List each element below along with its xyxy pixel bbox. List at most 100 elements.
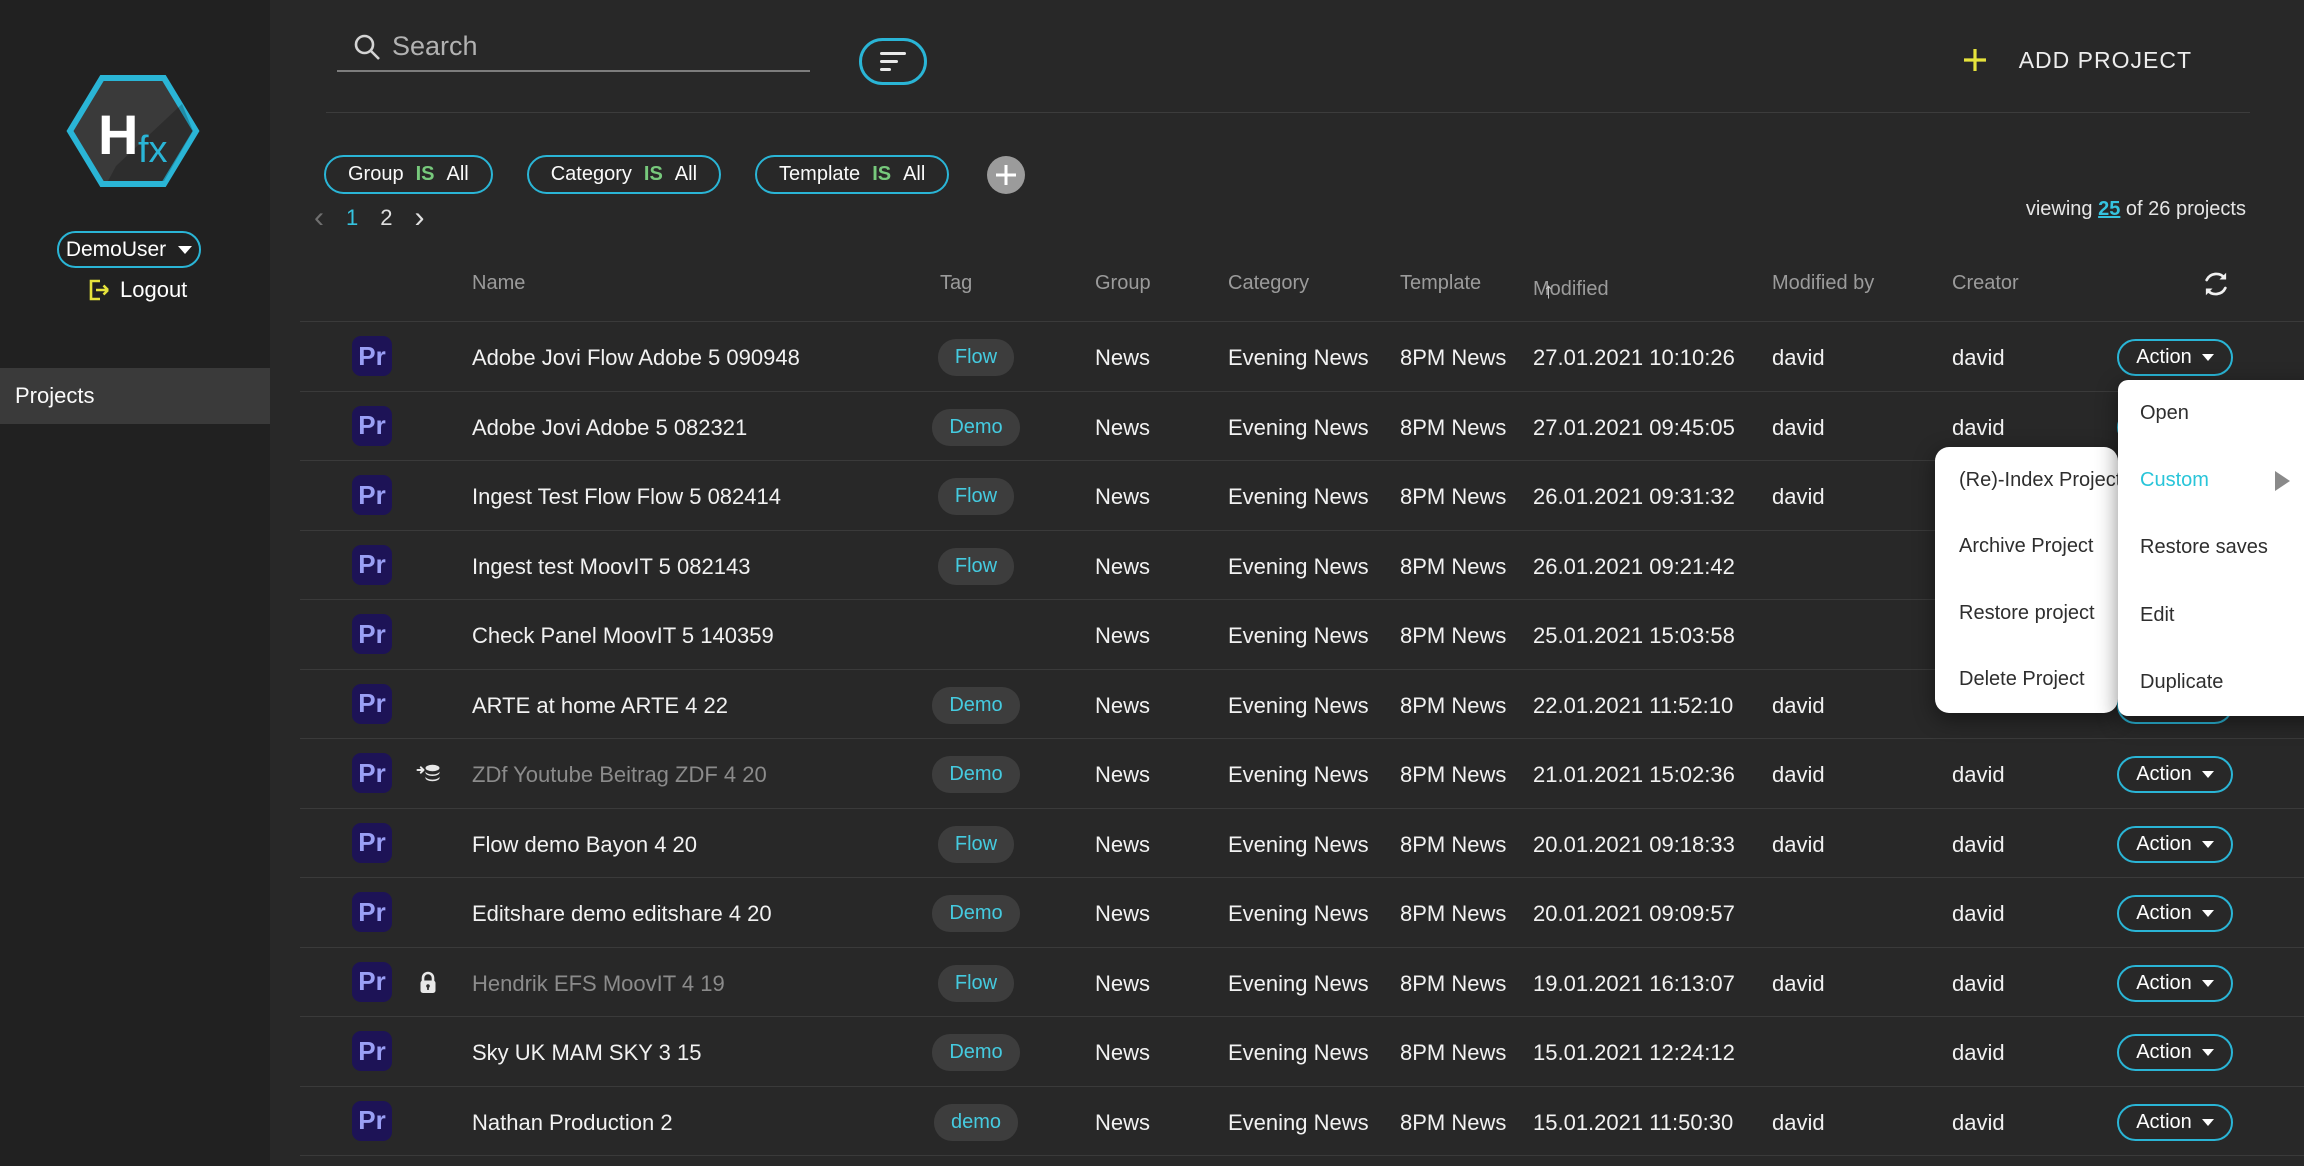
menu-item-delete-project[interactable]: Delete Project bbox=[1935, 647, 2118, 714]
header-template[interactable]: Template bbox=[1400, 272, 1481, 295]
table-row[interactable]: Pr Nathan Production 2 demo bbox=[300, 1087, 2304, 1157]
creator-cell: david bbox=[1952, 1040, 2005, 1066]
tag-badge: Demo bbox=[932, 1034, 1019, 1071]
creator-cell: david bbox=[1952, 345, 2005, 371]
modified-by-cell: david bbox=[1772, 971, 1825, 997]
header-group[interactable]: Group bbox=[1095, 272, 1151, 295]
action-button[interactable]: Action bbox=[2117, 895, 2233, 932]
header-creator[interactable]: Creator bbox=[1952, 272, 2019, 295]
filter-chip-group[interactable]: Group IS All bbox=[324, 155, 493, 194]
page-next-icon[interactable]: › bbox=[415, 207, 425, 229]
modified-cell: 20.01.2021 09:18:33 bbox=[1533, 832, 1735, 858]
filter-chip-category[interactable]: Category IS All bbox=[527, 155, 721, 194]
premiere-icon: Pr bbox=[352, 892, 392, 932]
page-number-1[interactable]: 1 bbox=[346, 205, 358, 231]
header-category[interactable]: Category bbox=[1228, 272, 1309, 295]
sidebar: H fx DemoUser Logout Projects bbox=[0, 0, 270, 1166]
premiere-icon: Pr bbox=[352, 475, 392, 515]
action-button[interactable]: Action bbox=[2117, 756, 2233, 793]
chevron-down-icon bbox=[2202, 771, 2214, 778]
tag-badge: demo bbox=[934, 1104, 1018, 1141]
table-row[interactable]: Pr ZDf Youtube Beitrag ZDF 4 20 bbox=[300, 739, 2304, 809]
filter-sort-button[interactable] bbox=[859, 38, 927, 85]
tag-badge: Demo bbox=[932, 756, 1019, 793]
premiere-icon: Pr bbox=[352, 753, 392, 793]
action-button[interactable]: Action bbox=[2117, 339, 2233, 376]
menu-item-reindex-project[interactable]: (Re)-Index Project bbox=[1935, 447, 2118, 514]
modified-cell: 19.01.2021 16:13:07 bbox=[1533, 971, 1735, 997]
logout-button[interactable]: Logout bbox=[88, 276, 187, 304]
header-name[interactable]: Name bbox=[472, 272, 525, 295]
menu-item-restore-project[interactable]: Restore project bbox=[1935, 580, 2118, 647]
chevron-down-icon bbox=[2202, 910, 2214, 917]
sidebar-item-projects[interactable]: Projects bbox=[0, 368, 270, 424]
modified-by-cell: david bbox=[1772, 415, 1825, 441]
category-cell: Evening News bbox=[1228, 554, 1369, 580]
table-row[interactable]: Pr Hendrik EFS MoovIT 4 19 F bbox=[300, 948, 2304, 1018]
filter-chip-template[interactable]: Template IS All bbox=[755, 155, 949, 194]
table-row[interactable]: Pr Editshare demo editshare 4 20 bbox=[300, 878, 2304, 948]
page-number-2[interactable]: 2 bbox=[380, 205, 392, 231]
modified-cell: 20.01.2021 09:09:57 bbox=[1533, 901, 1735, 927]
page-prev-icon[interactable]: ‹ bbox=[314, 207, 324, 229]
project-name: ZDf Youtube Beitrag ZDF 4 20 bbox=[472, 762, 767, 788]
viewing-count-link[interactable]: 25 bbox=[2098, 198, 2120, 220]
template-cell: 8PM News bbox=[1400, 901, 1506, 927]
group-cell: News bbox=[1095, 693, 1150, 719]
user-menu-button[interactable]: DemoUser bbox=[57, 231, 201, 268]
menu-item-custom[interactable]: Custom bbox=[2118, 447, 2304, 514]
tag-badge: Demo bbox=[932, 409, 1019, 446]
menu-item-duplicate[interactable]: Duplicate bbox=[2118, 649, 2304, 716]
project-name: Ingest Test Flow Flow 5 082414 bbox=[472, 484, 781, 510]
template-cell: 8PM News bbox=[1400, 345, 1506, 371]
template-cell: 8PM News bbox=[1400, 554, 1506, 580]
project-name: Adobe Jovi Flow Adobe 5 090948 bbox=[472, 345, 800, 371]
menu-item-archive-project[interactable]: Archive Project bbox=[1935, 514, 2118, 581]
project-name: Check Panel MoovIT 5 140359 bbox=[472, 623, 774, 649]
search-input[interactable] bbox=[392, 26, 804, 66]
tag-badge: Flow bbox=[938, 965, 1014, 1002]
modified-by-cell: david bbox=[1772, 345, 1825, 371]
creator-cell: david bbox=[1952, 971, 2005, 997]
custom-submenu: (Re)-Index Project Archive Project Resto… bbox=[1935, 447, 2118, 713]
add-project-button[interactable]: ADD PROJECT bbox=[1961, 42, 2192, 78]
project-name: ARTE at home ARTE 4 22 bbox=[472, 693, 728, 719]
modified-cell: 27.01.2021 09:45:05 bbox=[1533, 415, 1735, 441]
template-cell: 8PM News bbox=[1400, 1110, 1506, 1136]
menu-item-edit[interactable]: Edit bbox=[2118, 582, 2304, 649]
header-modified-by[interactable]: Modified by bbox=[1772, 272, 1874, 295]
category-cell: Evening News bbox=[1228, 484, 1369, 510]
category-cell: Evening News bbox=[1228, 762, 1369, 788]
app-logo-hexagon-icon: H fx bbox=[64, 70, 202, 192]
plus-icon bbox=[1961, 46, 1989, 74]
action-button[interactable]: Action bbox=[2117, 1034, 2233, 1071]
template-cell: 8PM News bbox=[1400, 623, 1506, 649]
chevron-down-icon bbox=[178, 246, 192, 254]
modified-cell: 15.01.2021 12:24:12 bbox=[1533, 1040, 1735, 1066]
category-cell: Evening News bbox=[1228, 415, 1369, 441]
modified-by-cell: david bbox=[1772, 1110, 1825, 1136]
menu-item-open[interactable]: Open bbox=[2118, 380, 2304, 447]
action-button[interactable]: Action bbox=[2117, 965, 2233, 1002]
template-cell: 8PM News bbox=[1400, 1040, 1506, 1066]
creator-cell: david bbox=[1952, 415, 2005, 441]
table-row[interactable]: Pr Sky UK MAM SKY 3 15 Demo bbox=[300, 1017, 2304, 1087]
category-cell: Evening News bbox=[1228, 1110, 1369, 1136]
modified-cell: 27.01.2021 10:10:26 bbox=[1533, 345, 1735, 371]
category-cell: Evening News bbox=[1228, 345, 1369, 371]
table-header: Name Tag Group Category Template Modifie… bbox=[300, 266, 2304, 304]
action-button[interactable]: Action bbox=[2117, 826, 2233, 863]
chevron-down-icon bbox=[2202, 354, 2214, 361]
group-cell: News bbox=[1095, 832, 1150, 858]
chevron-down-icon bbox=[2202, 980, 2214, 987]
header-tag[interactable]: Tag bbox=[940, 272, 972, 295]
table-row[interactable]: Pr Adobe Jovi Flow Adobe 5 09094 bbox=[300, 322, 2304, 392]
modified-cell: 26.01.2021 09:31:32 bbox=[1533, 484, 1735, 510]
menu-item-restore-saves[interactable]: Restore saves bbox=[2118, 514, 2304, 581]
add-filter-button[interactable] bbox=[987, 156, 1025, 194]
archive-db-icon bbox=[416, 761, 442, 787]
action-button[interactable]: Action bbox=[2117, 1104, 2233, 1141]
table-row[interactable]: Pr Flow demo Bayon 4 20 Flow bbox=[300, 809, 2304, 879]
sort-lines-icon bbox=[880, 52, 906, 55]
group-cell: News bbox=[1095, 971, 1150, 997]
